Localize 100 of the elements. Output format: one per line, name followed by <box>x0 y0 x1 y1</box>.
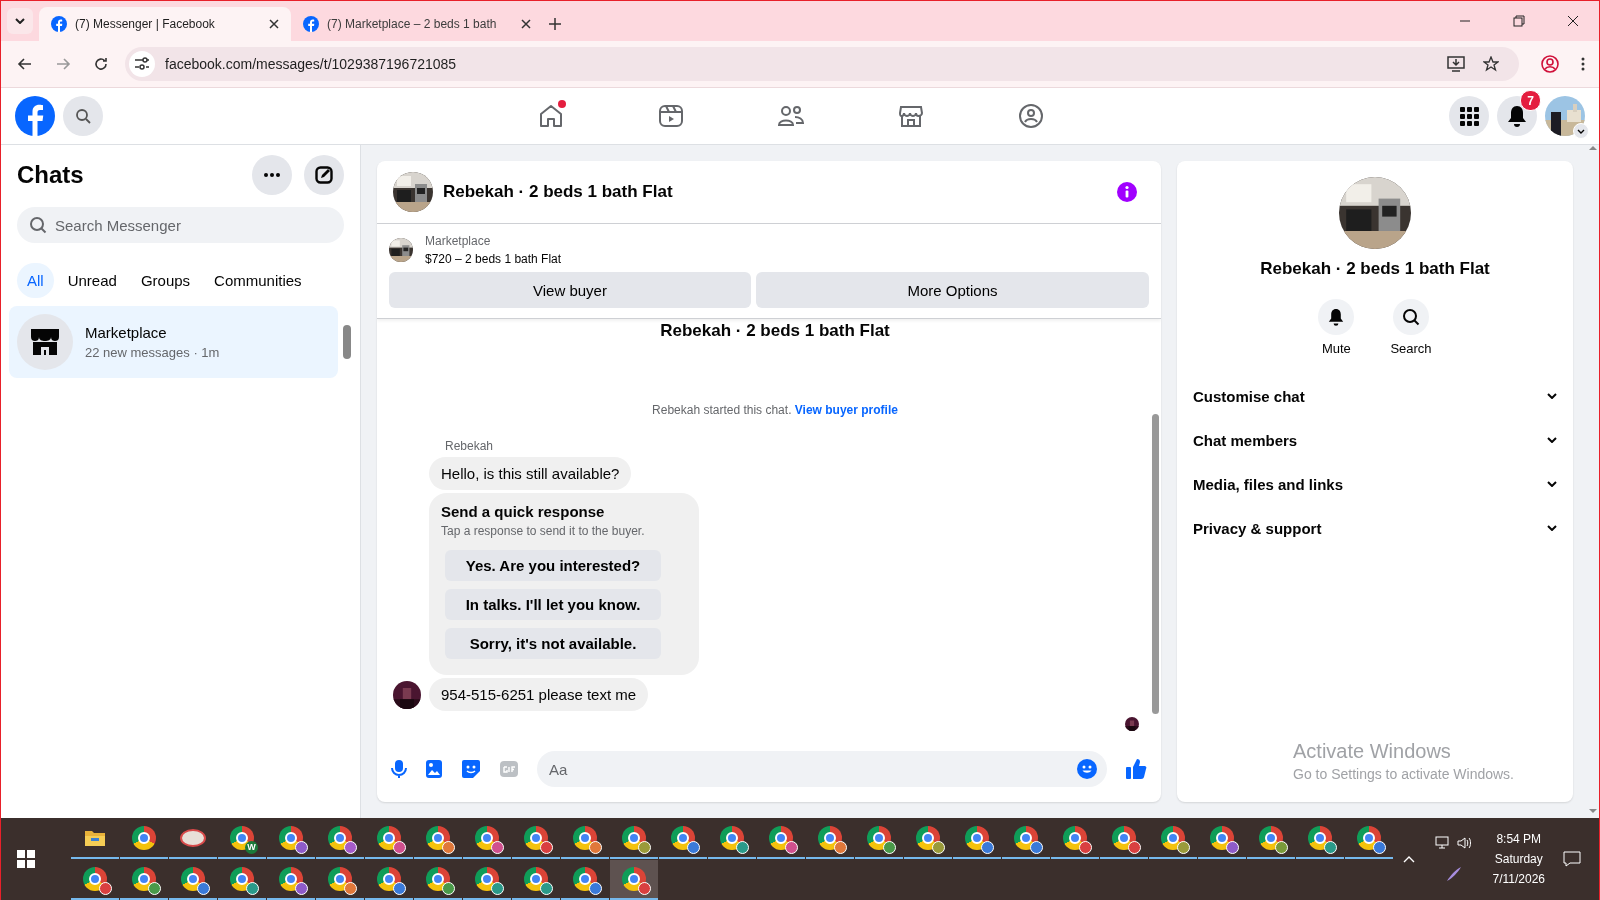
more-button[interactable] <box>252 155 292 195</box>
quick-response-hint: Tap a response to send it to the buyer. <box>441 524 646 538</box>
chat-title: Rebekah · 2 beds 1 bath Flat <box>443 182 673 202</box>
accordion-item[interactable]: Media, files and links <box>1193 462 1557 506</box>
action-label: Search <box>1390 341 1432 356</box>
search-icon <box>75 108 91 124</box>
message-input[interactable]: Aa <box>537 751 1107 787</box>
image-icon[interactable] <box>425 759 443 779</box>
accordion-item[interactable]: Chat members <box>1193 418 1557 462</box>
profile-icon[interactable] <box>1541 55 1559 73</box>
search-icon <box>1402 308 1420 326</box>
action-button[interactable] <box>1318 299 1355 335</box>
pen-icon[interactable] <box>1445 866 1462 882</box>
folder-icon <box>84 828 106 847</box>
close-icon[interactable] <box>1567 15 1579 27</box>
forward-icon[interactable] <box>55 56 71 72</box>
notification-badge: 7 <box>1520 90 1541 111</box>
speaker-icon[interactable] <box>1456 836 1473 850</box>
chat-preview: 22 new messages · 1m <box>85 345 220 360</box>
notifications-button[interactable] <box>1497 96 1537 136</box>
show-hidden-icons-icon[interactable] <box>1402 855 1415 863</box>
clock-day: Saturday <box>1494 852 1543 866</box>
caret-icon <box>15 18 25 24</box>
activation-hint: Go to Settings to activate Windows. <box>1293 766 1514 782</box>
system-message: Rebekah started this chat. View buyer profile <box>652 403 898 417</box>
compose-icon <box>315 166 333 184</box>
filter-tab[interactable]: Communities <box>204 263 312 298</box>
network-icon[interactable] <box>1434 836 1451 850</box>
grid-icon <box>1459 106 1479 126</box>
restore-icon[interactable] <box>1513 15 1525 27</box>
search-button[interactable] <box>63 96 103 136</box>
tab-list-button[interactable] <box>7 8 33 34</box>
clock-time: 8:54 PM <box>1496 832 1542 846</box>
section-title: Customise chat <box>1193 387 1305 405</box>
chat-name: Marketplace <box>85 324 168 341</box>
panel-title: Chats <box>17 161 84 189</box>
site-settings-icon[interactable] <box>129 51 155 77</box>
facebook-logo-icon[interactable] <box>15 96 55 136</box>
sender-name: Rebekah <box>445 439 494 453</box>
reload-icon[interactable] <box>93 56 109 72</box>
section-title: Media, files and links <box>1193 475 1344 493</box>
menu-icon[interactable] <box>1581 57 1585 71</box>
action-label: Mute <box>1321 341 1351 356</box>
filter-tab[interactable]: Groups <box>130 263 201 298</box>
sticker-icon[interactable] <box>461 759 481 779</box>
activation-title: Activate Windows <box>1293 740 1452 763</box>
url-text: facebook.com/messages/t/1029387196721085 <box>165 56 457 72</box>
start-icon[interactable] <box>17 850 35 868</box>
listing-source: Marketplace <box>425 234 492 248</box>
action-button[interactable]: More Options <box>756 272 1149 308</box>
new-message-button[interactable] <box>304 155 344 195</box>
accordion-item[interactable]: Customise chat <box>1193 374 1557 418</box>
close-icon[interactable] <box>269 19 279 29</box>
facebook-icon <box>303 16 319 32</box>
action-button[interactable] <box>1393 299 1429 335</box>
listing-title: $720 – 2 beds 1 bath Flat <box>425 252 562 266</box>
scroll-down-icon[interactable] <box>1589 809 1597 814</box>
more-icon <box>264 173 280 177</box>
install-app-icon[interactable] <box>1447 56 1465 72</box>
caret-icon[interactable] <box>1573 123 1589 139</box>
thumbs-up-icon[interactable] <box>1125 758 1147 780</box>
view-buyer-profile-link[interactable]: View buyer profile <box>794 403 898 417</box>
bookmark-star-icon[interactable] <box>1483 56 1499 72</box>
microphone-icon[interactable] <box>391 759 407 779</box>
bell-icon <box>1507 105 1527 127</box>
badge-letter: W <box>245 840 258 854</box>
quick-reply-button[interactable]: In talks. I'll let you know. <box>445 589 661 620</box>
message-bubble: 954-515-6251 please text me <box>429 678 649 711</box>
accordion-item[interactable]: Privacy & support <box>1193 506 1557 550</box>
taskbar-button[interactable]: W <box>218 818 266 859</box>
browser-tab[interactable]: (7) Marketplace – 2 beds 1 bath <box>291 7 543 41</box>
video-icon <box>658 103 684 129</box>
facebook-icon <box>51 16 67 32</box>
browser-tab[interactable]: (7) Messenger | Facebook <box>39 7 291 41</box>
close-icon[interactable] <box>521 19 531 29</box>
menu-button[interactable] <box>1449 96 1489 136</box>
people-icon <box>777 103 805 129</box>
new-tab-icon[interactable] <box>549 18 561 30</box>
conversation-name: Rebekah · 2 beds 1 bath Flat <box>1260 259 1490 279</box>
filter-tab[interactable]: Unread <box>57 263 127 298</box>
info-icon[interactable] <box>1117 182 1137 202</box>
chat-list-item[interactable]: Marketplace 22 new messages · 1m <box>9 306 338 378</box>
shop-icon <box>898 103 924 129</box>
quick-reply-button[interactable]: Yes. Are you interested? <box>445 550 661 581</box>
back-icon[interactable] <box>17 56 33 72</box>
home-icon <box>538 103 564 129</box>
thread-title: Rebekah · 2 beds 1 bath Flat <box>660 321 890 341</box>
quick-reply-button[interactable]: Sorry, it's not available. <box>445 628 661 659</box>
section-title: Privacy & support <box>1193 519 1322 537</box>
address-bar[interactable]: facebook.com/messages/t/1029387196721085 <box>125 47 1519 81</box>
search-icon <box>29 216 47 234</box>
taskbar-button[interactable] <box>610 859 658 900</box>
bell-icon <box>1328 308 1345 326</box>
notifications-icon[interactable] <box>1563 851 1581 867</box>
action-button[interactable]: View buyer <box>389 272 751 308</box>
search-field[interactable]: Search Messenger <box>17 207 344 243</box>
section-title: Chat members <box>1193 431 1298 449</box>
filter-tab[interactable]: All <box>17 263 54 298</box>
emoji-icon[interactable] <box>1077 759 1097 779</box>
browser-icon <box>132 825 156 850</box>
